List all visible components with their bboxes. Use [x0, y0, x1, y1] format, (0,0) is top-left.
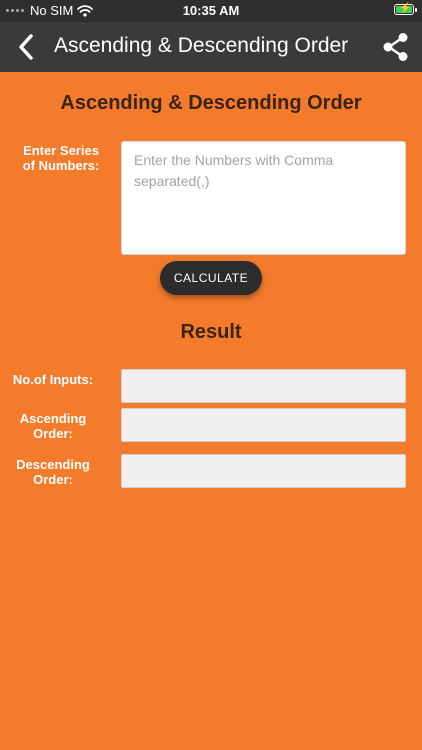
status-time: 10:35 AM [182, 3, 240, 18]
series-label: Enter Series of Numbers: [8, 143, 114, 173]
nav-bar: Ascending & Descending Order [0, 22, 422, 72]
ascending-order-field[interactable] [121, 408, 406, 442]
nav-title: Ascending & Descending Order [54, 34, 349, 57]
calculate-button[interactable]: CALCULATE [160, 261, 262, 295]
descending-label-line2: Order: [33, 472, 73, 487]
numbers-input[interactable] [121, 141, 406, 255]
page-heading: Ascending & Descending Order [60, 92, 362, 114]
share-icon [383, 33, 408, 61]
chevron-left-icon [19, 34, 33, 60]
share-button[interactable] [382, 32, 410, 62]
descending-order-field[interactable] [121, 454, 406, 488]
status-bar: No SIM 10:35 AM ⚡ [0, 0, 422, 22]
inputs-label-text: No.of Inputs: [12, 372, 94, 387]
back-button[interactable] [12, 31, 42, 63]
series-label-line2: of Numbers: [22, 158, 100, 173]
battery-icon: ⚡ [394, 3, 417, 15]
descending-label-line1: Descending [16, 457, 90, 472]
result-title: Result [180, 321, 242, 343]
series-label-line1: Enter Series [23, 143, 99, 158]
inputs-count-field[interactable] [121, 369, 406, 403]
ascending-label-line1: Ascending [19, 411, 87, 426]
descending-label: Descending Order: [4, 457, 102, 487]
ascending-label-line2: Order: [33, 426, 73, 441]
inputs-label: No.of Inputs: [4, 372, 102, 387]
ascending-label: Ascending Order: [4, 411, 102, 441]
